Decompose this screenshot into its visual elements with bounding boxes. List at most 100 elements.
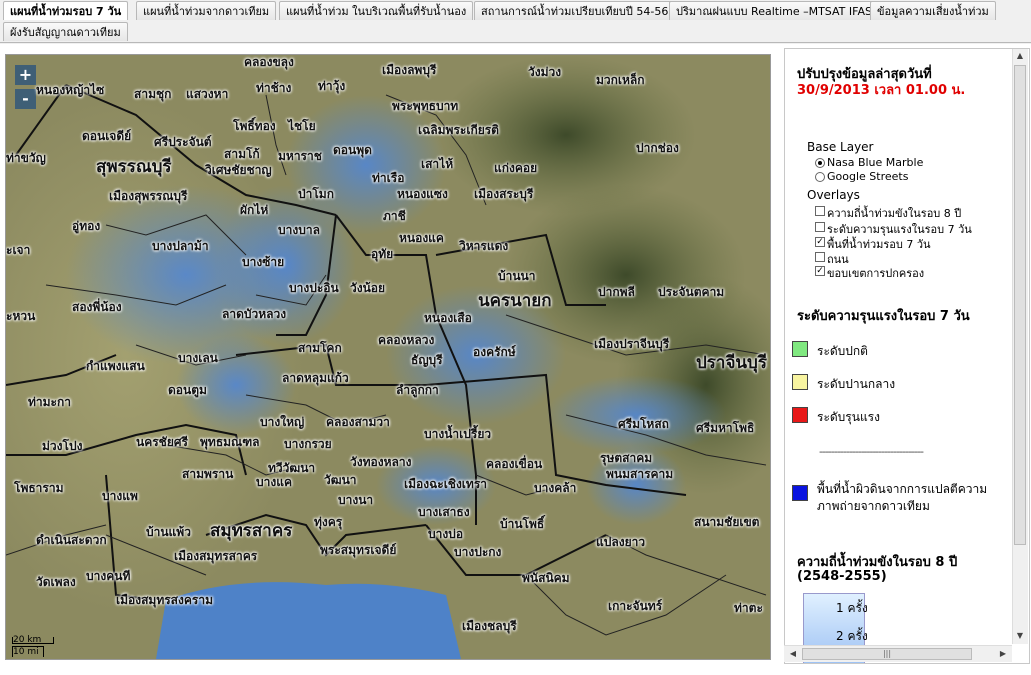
severity-title: ระดับความรุนแรงในรอบ 7 วัน <box>797 309 970 324</box>
scroll-left-icon[interactable]: ◀ <box>786 649 800 658</box>
freq-label: 2 ครั้ง <box>836 629 868 643</box>
scale-bar: 20 km 10 mi <box>12 636 74 657</box>
place-label: เสาไห้ <box>421 157 454 171</box>
place-label: ดอนตูม <box>168 383 207 397</box>
place-label: บ้านแพ้ว <box>146 525 191 539</box>
place-label: กำแพงแสน <box>86 359 145 373</box>
update-datetime: 30/9/2013 เวลา 01.00 น. <box>797 83 966 98</box>
place-label: พนัสนิคม <box>522 571 570 585</box>
scale-km: 20 km <box>12 636 54 645</box>
place-label: โพธาราม <box>14 481 64 495</box>
tab-satellite-receiver[interactable]: ผังรับสัญญาณดาวเทียม <box>3 22 128 41</box>
base-layer-option[interactable]: Nasa Blue Marble <box>827 156 923 169</box>
scroll-thumb[interactable] <box>1014 65 1026 545</box>
legend-swatch-moderate <box>792 374 808 390</box>
place-label: บางคนที <box>86 569 131 583</box>
place-label: บางคล้า <box>534 481 577 495</box>
tab-bar: แผนที่น้ำท่วมรอบ 7 วัน แผนที่น้ำท่วมจากด… <box>0 0 1031 44</box>
place-label: เมืองสมุทรสงคราม <box>116 593 213 607</box>
place-label: แสวงหา <box>186 87 229 101</box>
place-label: ปากช่อง <box>636 141 679 155</box>
overlay-checkbox[interactable]: ✓ <box>815 266 825 276</box>
place-label: คลองหลวง <box>378 333 435 347</box>
place-label: บางกรวย <box>284 437 332 451</box>
place-label: ดอนเจดีย์ <box>82 129 132 143</box>
overlay-label[interactable]: ขอบเขตการปกครอง <box>827 264 924 282</box>
place-label: ป่าโมก <box>298 187 334 201</box>
place-label: คลองเขื่อน <box>486 457 543 471</box>
scroll-right-icon[interactable]: ▶ <box>996 649 1010 658</box>
tab-satellite-flood[interactable]: แผนที่น้ำท่วมจากดาวเทียม <box>136 1 277 20</box>
place-label: บางบาล <box>278 223 320 237</box>
place-label: ท่าช้าง <box>256 81 292 95</box>
place-label: สนามชัยเขต <box>694 515 760 529</box>
place-label: ปากพลี <box>598 285 635 299</box>
place-label: บางเลน <box>178 351 218 365</box>
place-label: บางปะอิน <box>289 281 339 295</box>
overlay-checkbox[interactable] <box>815 222 825 232</box>
place-label: ศรีมหาโพธิ <box>696 421 755 435</box>
place-label: ท่ามะกา <box>28 395 72 409</box>
legend-swatch-severe <box>792 407 808 423</box>
overlay-checkbox[interactable] <box>815 252 825 262</box>
overlay-checkbox[interactable]: ✓ <box>815 237 825 247</box>
province-label: นครนายก <box>478 291 552 311</box>
zoom-out-button[interactable]: - <box>15 89 36 109</box>
place-label: พระพุทธบาท <box>392 99 459 113</box>
tab-rainfall-realtime[interactable]: ปริมาณฝนแบบ Realtime –MTSAT IFAS <box>669 1 879 20</box>
place-label: ประจันตคาม <box>658 285 725 299</box>
place-label: ผักไห่ <box>240 203 269 217</box>
place-label: ลำลูกกา <box>396 383 439 397</box>
base-layer-option[interactable]: Google Streets <box>827 170 908 183</box>
place-label: บางนา <box>338 493 374 507</box>
tab-compare-54-56[interactable]: สถานการณ์น้ำท่วมเปรียบเทียบปี 54-56 <box>474 1 676 20</box>
place-label: ดอนพุด <box>333 143 372 157</box>
place-label: วังน้อย <box>350 281 386 295</box>
legend-swatch-water <box>792 485 808 501</box>
place-label: บ้านนา <box>498 269 536 283</box>
legend-label: ระดับรุนแรง <box>817 410 880 424</box>
place-label: ไชโย <box>288 119 316 133</box>
panel-vertical-scrollbar[interactable]: ▲ ▼ <box>1012 49 1028 644</box>
legend-swatch-normal <box>792 341 808 357</box>
base-layer-title: Base Layer <box>807 140 874 154</box>
province-label: สุพรรณบุรี <box>96 157 172 177</box>
place-label: บางปลาม้า <box>152 239 209 253</box>
place-label: อุทัย <box>371 247 394 261</box>
panel-horizontal-scrollbar[interactable]: ◀ ||| ▶ <box>784 645 1012 662</box>
place-label: บางแค <box>256 475 292 489</box>
overlay-checkbox[interactable] <box>815 206 825 216</box>
place-label: เมืองปราจีนบุรี <box>594 337 670 351</box>
place-label: วังม่วง <box>528 65 562 79</box>
place-label: บางเสาธง <box>418 505 470 519</box>
place-label: ม่วงโปง <box>42 439 83 453</box>
tab-divider <box>0 42 1031 43</box>
place-label: หนองแค <box>399 231 444 245</box>
base-layer-radio[interactable] <box>815 172 825 182</box>
place-label: คลองขลุง <box>244 55 294 69</box>
tab-flood-7-days[interactable]: แผนที่น้ำท่วมรอบ 7 วัน <box>3 1 129 20</box>
tab-flood-risk[interactable]: ข้อมูลความเสี่ยงน้ำท่วม <box>870 1 996 20</box>
place-label: ธัญบุรี <box>411 353 443 367</box>
freq-years: (2548-2555) <box>797 569 887 584</box>
place-label: ศรีประจันต์ <box>154 135 212 149</box>
place-label: ดำเนินสะดวก <box>36 533 107 547</box>
place-label: บางน้ำเปรี้ยว <box>424 427 492 441</box>
zoom-in-button[interactable]: + <box>15 65 36 85</box>
base-layer-radio[interactable] <box>815 158 825 168</box>
province-label: สมุทรสาคร <box>210 521 293 541</box>
place-label: คลองสามวา <box>326 415 390 429</box>
tab-retention-area[interactable]: แผนที่น้ำท่วม ในบริเวณพื้นที่รับน้ำนอง <box>279 1 474 20</box>
place-label: เมืองสระบุรี <box>474 187 534 201</box>
place-label: ภาชี <box>383 209 406 223</box>
place-label: สามพราน <box>182 467 234 481</box>
flood-map[interactable]: + - คลองขลุง เมืองลพบุรี วังม่วง หนองหญ้… <box>5 54 771 660</box>
place-label: บางซ้าย <box>242 255 285 269</box>
place-label: วัดเพลง <box>36 575 76 589</box>
place-label: หนองเสือ <box>424 311 472 325</box>
place-label: บางปะกง <box>454 545 502 559</box>
scroll-up-icon[interactable]: ▲ <box>1013 51 1027 60</box>
scroll-thumb[interactable]: ||| <box>802 648 972 660</box>
scroll-down-icon[interactable]: ▼ <box>1013 631 1027 640</box>
place-label: สองพี่น้อง <box>72 300 122 314</box>
